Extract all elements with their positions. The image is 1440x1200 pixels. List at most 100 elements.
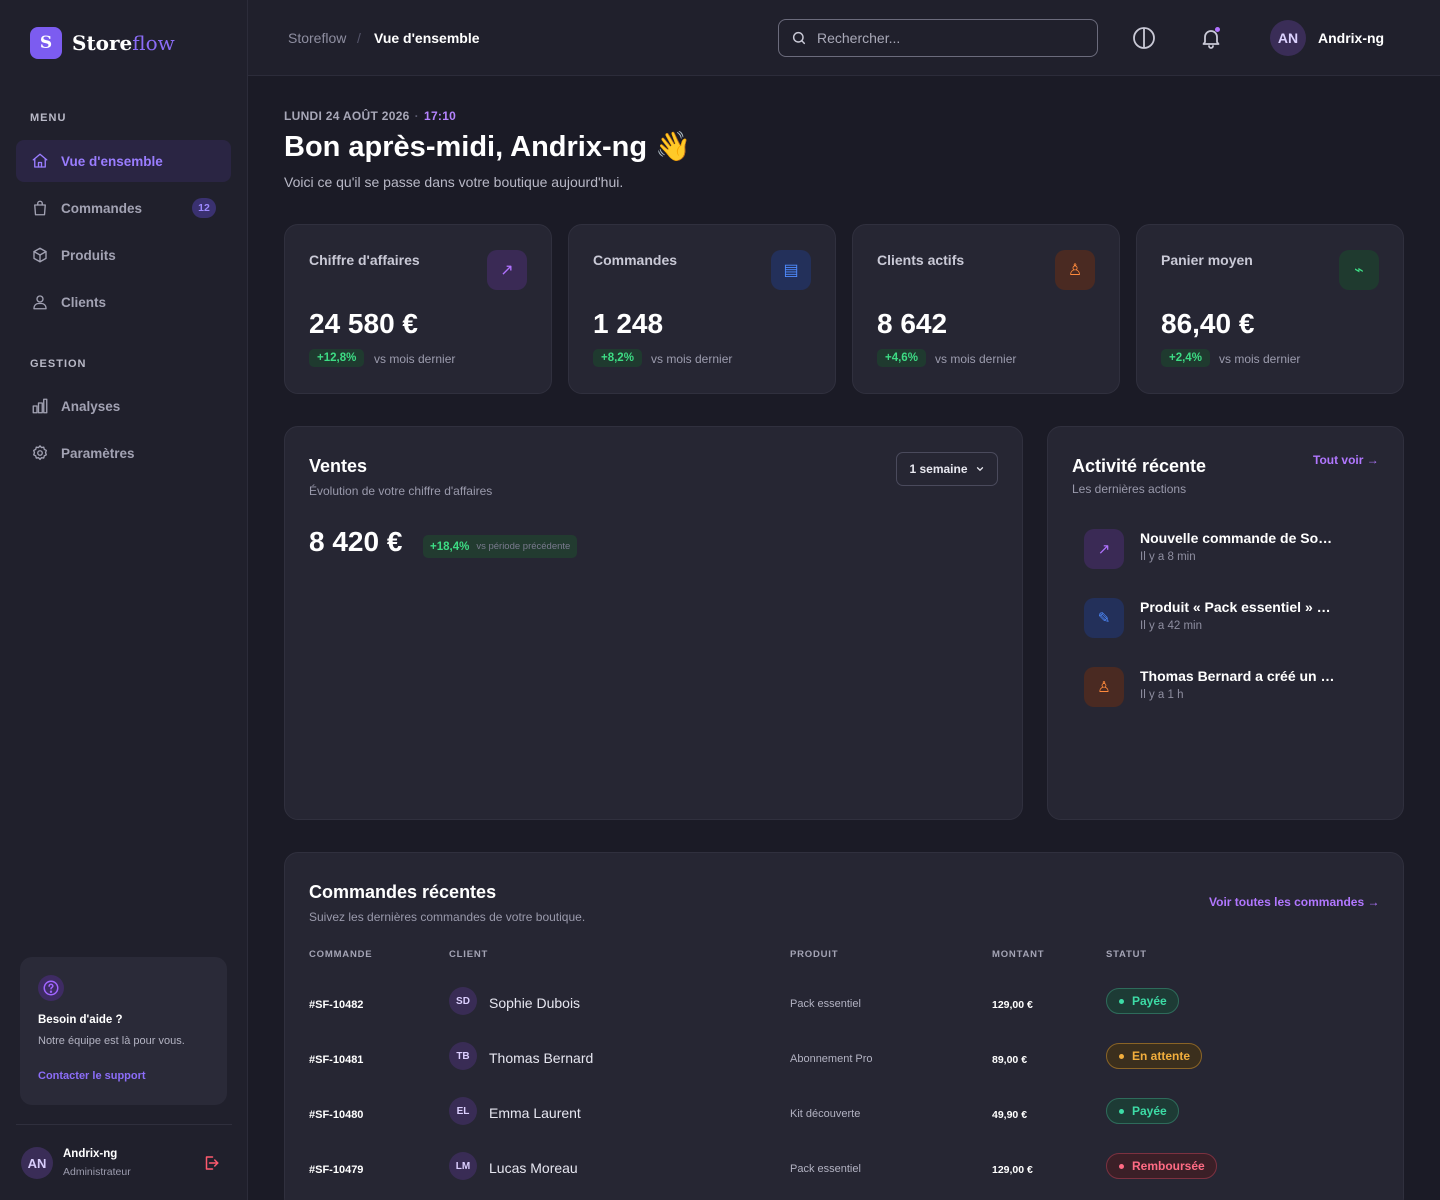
column-header: COMMANDE	[309, 949, 373, 960]
search-placeholder: Rechercher...	[817, 30, 901, 46]
product-name: Pack essentiel	[790, 998, 861, 1010]
orders-count-badge: 12	[192, 198, 216, 218]
brand[interactable]: S Storeflow	[30, 27, 175, 59]
logout-icon[interactable]	[202, 1154, 220, 1172]
brand-logo: S	[30, 27, 62, 59]
user-icon: ♙	[1055, 250, 1095, 290]
activity-item[interactable]: ♙ Thomas Bernard a créé un … Il y a 1 h	[1084, 665, 1374, 709]
notification-dot	[1215, 27, 1220, 32]
activity-item-title: Produit « Pack essentiel » …	[1140, 599, 1331, 615]
page-title: Bon après-midi, Andrix-ng 👋	[284, 131, 692, 163]
help-card: Besoin d'aide ? Notre équipe est là pour…	[20, 957, 227, 1105]
kpi-comparison: vs mois dernier	[374, 352, 456, 366]
sidebar-item-settings[interactable]: Paramètres	[16, 432, 231, 474]
orders-title: Commandes récentes	[309, 882, 497, 902]
activity-item-title: Nouvelle commande de So…	[1140, 530, 1333, 546]
activity-item-title: Thomas Bernard a créé un …	[1140, 668, 1335, 684]
sales-panel: Ventes Évolution de votre chiffre d'affa…	[284, 426, 1023, 820]
kpi-delta: +12,8%	[309, 349, 365, 367]
sidebar-item-clients[interactable]: Clients	[16, 281, 231, 323]
see-all-activity-link[interactable]: Tout voir →	[1313, 453, 1379, 467]
sidebar-item-overview[interactable]: Vue d'ensemble	[16, 140, 231, 182]
column-header: MONTANT	[992, 949, 1045, 960]
sales-delta: +18,4% vs période précédente	[423, 535, 578, 558]
user-icon: ♙	[1084, 667, 1124, 707]
sidebar-item-label: Paramètres	[61, 445, 135, 461]
table-row[interactable]: #SF-10482 SD Sophie Dubois Pack essentie…	[285, 979, 1403, 1034]
kpi-card-orders: Commandes ▤ 1 248 +8,2% vs mois dernier	[568, 224, 836, 394]
table-row[interactable]: #SF-10480 EL Emma Laurent Kit découverte…	[285, 1089, 1403, 1144]
sidebar-item-analytics[interactable]: Analyses	[16, 385, 231, 427]
help-icon	[38, 975, 64, 1001]
kpi-comparison: vs mois dernier	[1219, 352, 1301, 366]
home-icon	[32, 153, 48, 168]
product-name: Kit découverte	[790, 1108, 861, 1120]
kpi-delta: +4,6%	[877, 349, 926, 367]
topbar: Storeflow / Vue d'ensemble Rechercher...…	[248, 0, 1440, 76]
activity-title: Activité récente	[1072, 456, 1207, 476]
status-badge: En attente	[1106, 1043, 1203, 1069]
sales-value: 8 420 €	[309, 526, 403, 557]
gear-icon	[33, 445, 47, 461]
sidebar-item-orders[interactable]: Commandes 12	[16, 187, 231, 229]
sidebar-item-label: Clients	[61, 294, 107, 310]
kpi-delta: +2,4%	[1161, 349, 1210, 367]
nav-section-gestion: GESTION	[30, 358, 87, 370]
kpi-card-basket: Panier moyen ⌁ 86,40 € +2,4% vs mois der…	[1136, 224, 1404, 394]
theme-toggle-icon[interactable]	[1132, 26, 1156, 50]
kpi-comparison: vs mois dernier	[935, 352, 1017, 366]
kpi-card-revenue: Chiffre d'affaires ↗ 24 580 € +12,8% vs …	[284, 224, 552, 394]
activity-item[interactable]: ✎ Produit « Pack essentiel » … Il y a 42…	[1084, 596, 1374, 640]
brand-name: Storeflow	[72, 31, 175, 55]
avatar[interactable]: AN	[1270, 20, 1306, 56]
box-icon	[33, 247, 47, 263]
kpi-value: 86,40 €	[1161, 308, 1255, 339]
breadcrumb-root[interactable]: Storeflow	[288, 30, 346, 46]
avatar: LM	[449, 1152, 477, 1180]
kpi-label: Clients actifs	[877, 252, 965, 268]
order-amount: 49,90 €	[992, 1109, 1028, 1121]
kpi-value: 24 580 €	[309, 308, 418, 339]
sidebar-item-products[interactable]: Produits	[16, 234, 231, 276]
product-name: Abonnement Pro	[790, 1053, 873, 1065]
help-title: Besoin d'aide ?	[38, 1014, 123, 1026]
date-line: LUNDI 24 AOÛT 2026 · 17:10	[284, 109, 457, 123]
activity-item[interactable]: ↗ Nouvelle commande de So… Il y a 8 min	[1084, 527, 1374, 571]
period-select[interactable]: 1 semaine	[896, 452, 998, 486]
order-id: #SF-10481	[309, 1054, 364, 1066]
activity-subtitle: Les dernières actions	[1072, 482, 1187, 496]
column-header: CLIENT	[449, 949, 489, 960]
order-amount: 89,00 €	[992, 1054, 1028, 1066]
user-menu[interactable]: Andrix-ng	[1318, 30, 1384, 46]
column-header: STATUT	[1106, 949, 1147, 960]
avatar[interactable]: AN	[21, 1147, 53, 1179]
list-icon: ▤	[771, 250, 811, 290]
status-badge: Payée	[1106, 988, 1179, 1014]
sidebar-item-label: Produits	[61, 247, 116, 263]
order-id: #SF-10480	[309, 1109, 364, 1121]
order-amount: 129,00 €	[992, 999, 1033, 1011]
search-icon	[792, 31, 806, 45]
kpi-label: Panier moyen	[1161, 252, 1253, 268]
contact-support-link[interactable]: Contacter le support	[38, 1070, 146, 1082]
notifications-button[interactable]	[1199, 26, 1223, 50]
kpi-value: 8 642	[877, 308, 948, 339]
kpi-comparison: vs mois dernier	[651, 352, 733, 366]
sidebar-item-label: Commandes	[61, 200, 143, 216]
table-row[interactable]: #SF-10481 TB Thomas Bernard Abonnement P…	[285, 1034, 1403, 1089]
order-id: #SF-10479	[309, 1164, 364, 1176]
sidebar: S Storeflow MENU Vue d'ensemble Commande…	[0, 0, 248, 1200]
kpi-label: Chiffre d'affaires	[309, 252, 420, 268]
client-name: Thomas Bernard	[489, 1050, 594, 1066]
sales-delta-text: vs période précédente	[476, 541, 571, 552]
client-name: Emma Laurent	[489, 1105, 581, 1121]
search-input[interactable]: Rechercher...	[778, 19, 1098, 57]
orders-subtitle: Suivez les dernières commandes de votre …	[309, 910, 586, 924]
pencil-icon: ✎	[1084, 598, 1124, 638]
column-header: PRODUIT	[790, 949, 839, 960]
see-all-orders-link[interactable]: Voir toutes les commandes →	[1209, 895, 1380, 909]
table-row[interactable]: #SF-10479 LM Lucas Moreau Pack essentiel…	[285, 1144, 1403, 1199]
sidebar-item-label: Vue d'ensemble	[61, 153, 163, 169]
kpi-label: Commandes	[593, 252, 678, 268]
sales-subtitle: Évolution de votre chiffre d'affaires	[309, 484, 493, 498]
